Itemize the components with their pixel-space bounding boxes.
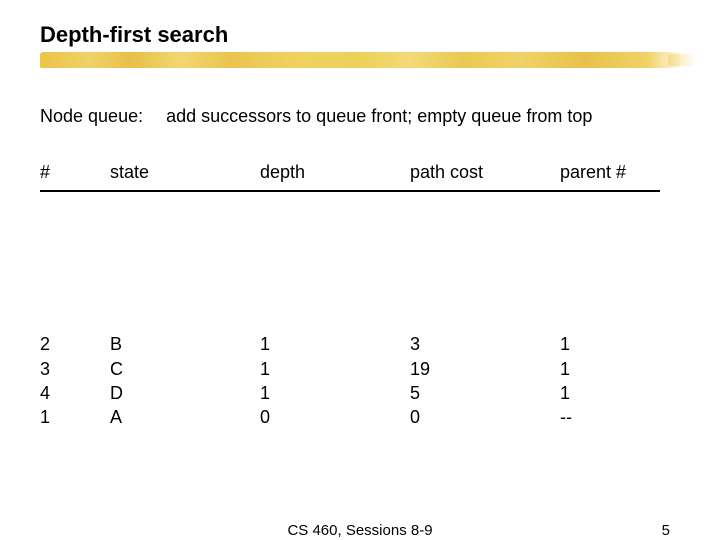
cell-path-cost: 5 — [410, 381, 560, 405]
cell-path-cost: 3 — [410, 332, 560, 356]
cell-path-cost: 0 — [410, 405, 560, 429]
header-underline — [40, 190, 660, 192]
cell-path-cost: 19 — [410, 357, 560, 381]
cell-num: 2 — [40, 332, 110, 356]
cell-state: A — [110, 405, 260, 429]
table-row: 3 C 1 19 1 — [40, 357, 660, 381]
queue-table: # state depth path cost parent # 2 B 1 3… — [40, 160, 660, 429]
col-num: # — [40, 160, 110, 184]
cell-num: 4 — [40, 381, 110, 405]
title-underline-brush — [40, 52, 680, 68]
queue-description: add successors to queue front; empty que… — [166, 106, 592, 126]
cell-depth: 1 — [260, 357, 410, 381]
col-parent: parent # — [560, 160, 660, 184]
cell-parent: 1 — [560, 357, 660, 381]
table-header-row: # state depth path cost parent # — [40, 160, 660, 190]
cell-state: C — [110, 357, 260, 381]
cell-num: 3 — [40, 357, 110, 381]
col-depth: depth — [260, 160, 410, 184]
slide-title: Depth-first search — [40, 22, 228, 48]
cell-depth: 0 — [260, 405, 410, 429]
cell-depth: 1 — [260, 381, 410, 405]
cell-parent: 1 — [560, 332, 660, 356]
table-row: 4 D 1 5 1 — [40, 381, 660, 405]
col-path-cost: path cost — [410, 160, 560, 184]
cell-parent: 1 — [560, 381, 660, 405]
table-row: 2 B 1 3 1 — [40, 332, 660, 356]
col-state: state — [110, 160, 260, 184]
page-number: 5 — [662, 522, 670, 539]
slide: Depth-first search Node queue: add succe… — [0, 0, 720, 540]
queue-description-line: Node queue: add successors to queue fron… — [40, 106, 592, 127]
cell-state: D — [110, 381, 260, 405]
cell-depth: 1 — [260, 332, 410, 356]
queue-label: Node queue: — [40, 106, 143, 126]
cell-state: B — [110, 332, 260, 356]
table-row: 1 A 0 0 -- — [40, 405, 660, 429]
cell-num: 1 — [40, 405, 110, 429]
footer-course-label: CS 460, Sessions 8-9 — [287, 522, 432, 539]
cell-parent: -- — [560, 405, 660, 429]
